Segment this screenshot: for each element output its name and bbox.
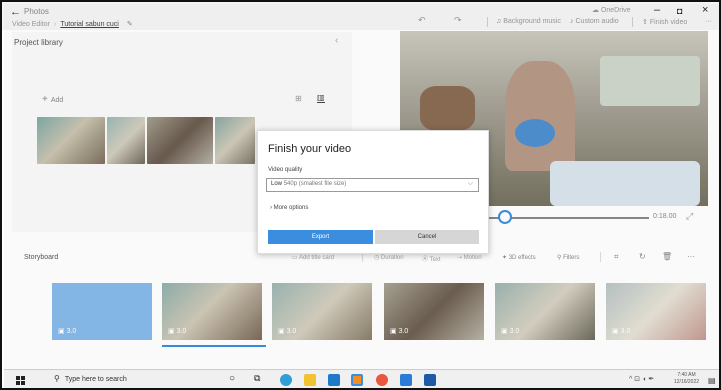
notification-icon[interactable]: ▤ — [708, 376, 716, 385]
volume-icon: ◖ — [642, 376, 647, 383]
store-icon[interactable] — [328, 374, 340, 386]
finish-video-dialog: Finish your video Video quality Low 540p… — [257, 130, 489, 254]
quality-value: Low — [271, 181, 283, 187]
chrome-icon[interactable] — [376, 374, 388, 386]
taskbar-search-placeholder: Type here to search — [64, 376, 127, 383]
photos-icon[interactable] — [424, 374, 436, 386]
task-view-icon[interactable]: ⧉ — [254, 373, 266, 385]
chevron-right-icon: › — [270, 205, 272, 211]
quality-description: 540p (smallest file size) — [283, 181, 347, 187]
video-quality-select[interactable]: Low 540p (smallest file size) ⌵ — [266, 178, 479, 192]
chevron-down-icon: ⌵ — [467, 180, 473, 187]
photos-app-window: ← Photos Video Editor › Tutorial sabun cuc… — [0, 0, 721, 390]
pen-icon: ✒ — [648, 376, 655, 383]
video-quality-label: Video quality — [268, 167, 303, 173]
app-icon[interactable] — [351, 374, 363, 386]
dialog-title: Finish your video — [268, 143, 352, 155]
taskbar-search[interactable]: ⚲ Type here to search — [54, 374, 127, 383]
export-button[interactable]: Export — [268, 230, 373, 244]
more-options-label: More options — [273, 205, 309, 211]
system-tray[interactable]: ^ ⊡ ◖ ✒ — [629, 375, 654, 383]
cancel-button[interactable]: Cancel — [375, 230, 479, 244]
windows-start-icon[interactable] — [16, 376, 25, 385]
more-options-toggle[interactable]: › More options — [270, 205, 308, 211]
taskbar-date: 12/16/2022 — [674, 379, 700, 385]
taskbar-clock[interactable]: 7:40 AM 12/16/2022 — [674, 372, 699, 386]
mail-icon[interactable] — [400, 374, 412, 386]
search-icon: ⚲ — [54, 374, 60, 383]
file-explorer-icon[interactable] — [304, 374, 316, 386]
cortana-icon[interactable]: ○ — [229, 373, 241, 385]
chevron-up-icon: ^ — [629, 376, 633, 383]
network-icon: ⊡ — [634, 376, 641, 383]
taskbar-time: 7:40 AM — [677, 372, 696, 378]
windows-taskbar: ⚲ Type here to search ○ ⧉ ^ ⊡ ◖ ✒ 7:40 AM… — [4, 369, 719, 388]
edge-icon[interactable] — [280, 374, 292, 386]
